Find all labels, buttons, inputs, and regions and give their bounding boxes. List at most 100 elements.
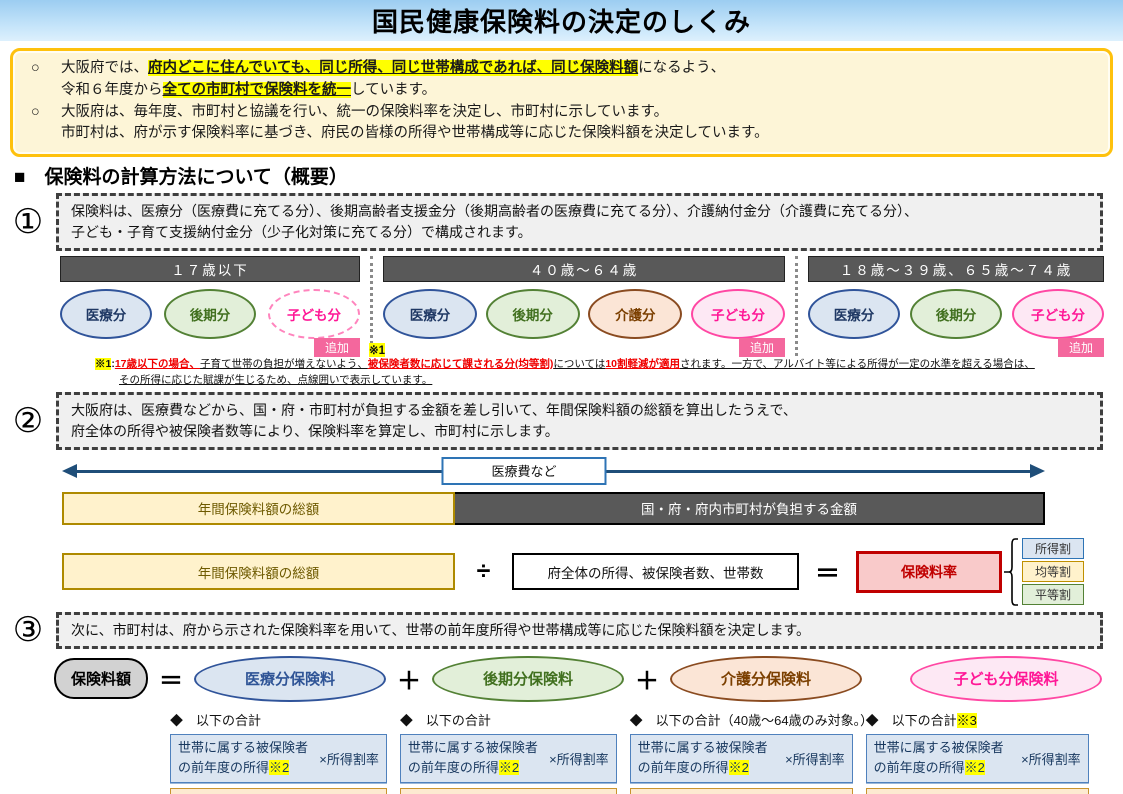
income-rate-label: ×所得割率 [549, 749, 609, 768]
category-item: 後期分 [164, 289, 256, 356]
total-premium-box: 年間保険料額の総額 [62, 553, 455, 590]
category-item: 子ども分追加※1 [268, 289, 360, 356]
age-range-bar: １７歳以下 [60, 256, 360, 282]
intro-line: ○ 大阪府は、毎年度、市町村と協議を行い、統一の保険料率を決定し、市町村に示して… [31, 102, 1092, 124]
income-row: 世帯に属する被保険者の前年度の所得※2×所得割率 [866, 734, 1089, 783]
category-item: 医療分 [808, 289, 900, 356]
age-groups: １７歳以下医療分後期分子ども分追加※1４０歳～６４歳医療分後期分介護分子ども分追… [50, 256, 1117, 356]
capita-amount-label: ×均等割額 [784, 791, 844, 794]
medical-cost-arrow: 医療費など [62, 457, 1045, 487]
breakdown-heading: ◆ 以下の合計 [400, 710, 617, 729]
step-2-number: ② [0, 404, 56, 438]
rate-formula: 年間保険料額の総額 ÷ 府全体の所得、被保険者数、世帯数 ＝ 保険料率 所得割 … [62, 534, 1123, 610]
capita-label: 世帯の被保険者数 [639, 791, 743, 794]
bullet-marker: ○ [31, 58, 61, 80]
added-badge: 追加 [314, 338, 360, 357]
page: 国民健康保険料の決定のしくみ ○ 大阪府では、府内どこに住んでいても、同じ所得、… [0, 0, 1123, 794]
plus-operator: ＋ [635, 661, 659, 696]
rate-breakdown: 所得割 均等割 平等割 [1022, 538, 1084, 605]
capita-row: 世帯の被保険者数 ×均等割額 [170, 788, 387, 794]
category-item: 医療分 [383, 289, 477, 356]
premium-oval-kodomo: 子ども分保険料 [910, 656, 1102, 702]
income-line2: の前年度の所得※2 [638, 758, 785, 778]
page-header: 国民健康保険料の決定のしくみ [0, 0, 1123, 41]
rate-result: 保険料率 所得割 均等割 平等割 [856, 535, 1084, 609]
category-item: 子ども分追加 [1012, 289, 1104, 356]
category-item: 子ども分追加 [691, 289, 785, 356]
category-oval-medical: 医療分 [383, 289, 477, 339]
category-oval-row: 医療分後期分子ども分追加 [808, 282, 1104, 356]
category-item: 後期分 [910, 289, 1002, 356]
equals-operator: ＝ [799, 554, 856, 590]
income-levy-box: 所得割 [1022, 538, 1084, 559]
plus-operator: ＋ [397, 661, 421, 696]
intro-text: 大阪府は、毎年度、市町村と協議を行い、統一の保険料率を決定し、市町村に示していま… [61, 102, 668, 124]
category-item: 医療分 [60, 289, 152, 356]
premium-sum-formula: 保険料額 ＝ 医療分保険料＋後期分保険料＋介護分保険料子ども分保険料 [54, 656, 1123, 702]
per-capita-levy-box: 均等割 [1022, 561, 1084, 582]
note-1: ※1:17歳以下の場合、子育て世帯の負担が増えないよう、被保険者数に応じて課され… [95, 357, 1113, 389]
income-label: 世帯に属する被保険者の前年度の所得※2 [178, 738, 319, 778]
capita-row: 世帯の被保険者数 ×均等割額 [400, 788, 617, 794]
intro-line: 市町村は、府が示す保険料率に基づき、府民の皆様の所得や世帯構成等に応じた保険料額… [31, 123, 1092, 145]
category-oval-kodomo: 子ども分 [1012, 289, 1104, 339]
step-2: ② 大阪府は、医療費などから、国・府・市町村が負担する金額を差し引いて、年間保険… [0, 392, 1103, 450]
age-group: １８歳～３９歳、６５歳～７４歳医療分後期分子ども分追加 [795, 256, 1114, 356]
arrow-head-right-icon [1030, 464, 1045, 478]
premium-oval-kaigo: 介護分保険料 [670, 656, 862, 702]
premium-components: 医療分保険料＋後期分保険料＋介護分保険料子ども分保険料 [194, 656, 1102, 702]
breakdown-col-kodomo: ◆ 以下の合計※3 世帯に属する被保険者の前年度の所得※2×所得割率世帯の被保険者… [866, 710, 1089, 794]
income-row: 世帯に属する被保険者の前年度の所得※2×所得割率 [400, 734, 617, 783]
income-line2: の前年度の所得※2 [178, 758, 319, 778]
intro-box: ○ 大阪府では、府内どこに住んでいても、同じ所得、同じ世帯構成であれば、同じ保険… [10, 48, 1113, 157]
income-label: 世帯に属する被保険者の前年度の所得※2 [408, 738, 549, 778]
intro-text: 令和６年度から全ての市町村で保険料を統一しています。 [61, 80, 436, 102]
premium-rate-box: 保険料率 [856, 551, 1002, 593]
bullet-marker [31, 123, 61, 145]
breakdown-col-kaigo: ◆ 以下の合計（40歳～64歳のみ対象。） 世帯に属する被保険者の前年度の所得※2… [630, 710, 853, 794]
arrow-head-left-icon [62, 464, 77, 478]
step-3-number: ③ [0, 613, 56, 647]
capita-amount-label: ×均等割額 [548, 791, 608, 794]
per-household-levy-box: 平等割 [1022, 584, 1084, 605]
income-line1: 世帯に属する被保険者 [638, 738, 785, 758]
income-line1: 世帯に属する被保険者 [408, 738, 549, 758]
capita-amount-label: ×均等割額 [1020, 791, 1080, 794]
income-line2: の前年度の所得※2 [874, 758, 1021, 778]
age-range-bar: １８歳～３９歳、６５歳～７４歳 [808, 256, 1104, 282]
step-1-number: ① [0, 205, 56, 239]
bullet-marker [31, 80, 61, 102]
breakdown-heading: ◆ 以下の合計※3 [866, 710, 1089, 729]
age-group: ４０歳～６４歳医療分後期分介護分子ども分追加 [370, 256, 795, 356]
capita-label: 世帯の被保険者数 [409, 791, 513, 794]
page-title: 国民健康保険料の決定のしくみ [372, 2, 751, 39]
category-oval-kodomo: 子ども分 [268, 289, 360, 339]
income-line1: 世帯に属する被保険者 [874, 738, 1021, 758]
breakdown-heading: ◆ 以下の合計（40歳～64歳のみ対象。） [630, 710, 853, 729]
category-oval-kouki: 後期分 [164, 289, 256, 339]
category-oval-medical: 医療分 [808, 289, 900, 339]
category-oval-row: 医療分後期分介護分子ども分追加 [383, 282, 785, 356]
capita-row: 世帯の被保険者数 ×均等割額 [630, 788, 853, 794]
added-badge: 追加 [1058, 338, 1104, 357]
income-rate-label: ×所得割率 [319, 749, 379, 768]
capita-row: 世帯の被保険者数×均等割額 [866, 788, 1089, 794]
breakdown-heading: ◆ 以下の合計 [170, 710, 387, 729]
category-oval-kodomo: 子ども分 [691, 289, 785, 339]
category-oval-row: 医療分後期分子ども分追加※1 [60, 282, 360, 356]
denominator-box: 府全体の所得、被保険者数、世帯数 [512, 553, 799, 590]
divide-operator: ÷ [455, 557, 512, 586]
government-share-bar: 国・府・府内市町村が負担する金額 [455, 492, 1045, 525]
capita-amount-label: ×均等割額 [318, 791, 378, 794]
arrow-label: 医療費など [441, 457, 606, 485]
age-range-bar: ４０歳～６４歳 [383, 256, 785, 282]
breakdown-sub: ◆ 以下の合計（40歳～64歳のみ対象。）世帯に属する被保険者の前年度の所得※2… [630, 710, 1123, 794]
age-group: １７歳以下医療分後期分子ども分追加※1 [50, 256, 370, 356]
intro-line: ○ 大阪府では、府内どこに住んでいても、同じ所得、同じ世帯構成であれば、同じ保険… [31, 58, 1092, 80]
bullet-marker: ○ [31, 102, 61, 124]
capita-label: 世帯の被保険者数 [179, 791, 283, 794]
category-oval-medical: 医療分 [60, 289, 152, 339]
breakdown-section: ◆ 以下の合計世帯に属する被保険者の前年度の所得※2×所得割率世帯の被保険者数×… [170, 710, 1123, 794]
category-oval-kouki: 後期分 [910, 289, 1002, 339]
income-label: 世帯に属する被保険者の前年度の所得※2 [874, 738, 1021, 778]
